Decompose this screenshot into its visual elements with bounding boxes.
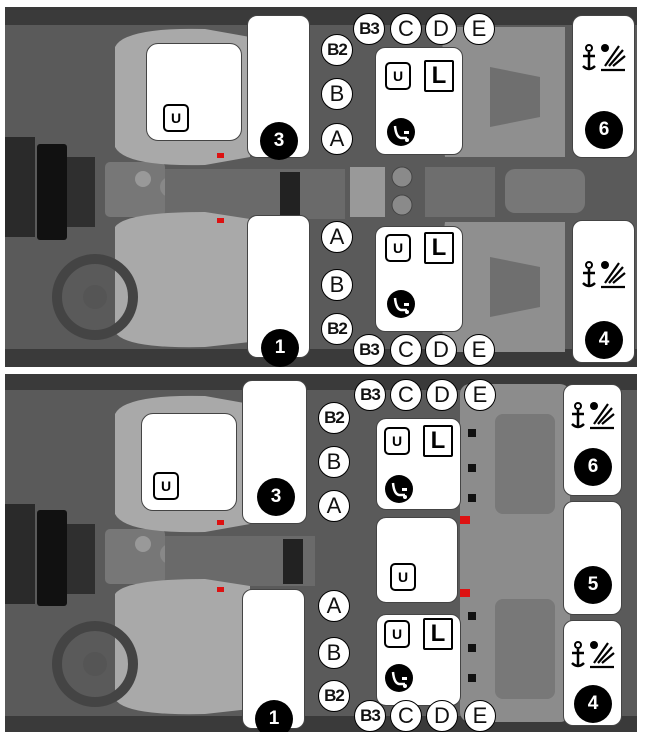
universal-icon: U: [384, 427, 410, 455]
top-seat-layout-panel: 3 U 1 U L U L 6 4 B3 C D E B2 B A A B B2…: [5, 7, 637, 367]
seat-3-cushion-card: U: [141, 413, 237, 511]
position-d-label: D: [425, 334, 457, 366]
i-size-icon: L: [424, 60, 454, 92]
seat-1-card: 1: [247, 215, 310, 367]
position-e-label: E: [464, 379, 496, 411]
rear-left-approval-card: U L: [376, 614, 461, 706]
position-d-label: D: [426, 700, 458, 732]
seat-5-card: 5: [563, 501, 622, 615]
position-b-label: B: [321, 269, 353, 301]
seat-4-card: 4: [563, 620, 622, 726]
top-tether-anchor-icon: [571, 402, 615, 430]
i-size-icon: L: [423, 618, 453, 650]
position-b2-label: B2: [318, 402, 350, 434]
isofix-child-seat-icon: [387, 118, 415, 146]
seat-6-card: 6: [563, 384, 622, 496]
seat-1-card: 1: [242, 589, 305, 732]
position-d-label: D: [425, 13, 457, 45]
i-size-icon: L: [423, 425, 453, 457]
isofix-child-seat-icon: [387, 290, 415, 318]
seat-number-badge: 6: [574, 448, 612, 486]
car-interior-top-view: [5, 7, 637, 367]
position-b2-label: B2: [321, 34, 353, 66]
position-c-label: C: [390, 13, 422, 45]
seat-number-badge: 3: [260, 122, 298, 160]
top-tether-anchor-icon: [582, 44, 626, 72]
position-e-label: E: [463, 334, 495, 366]
position-b-label: B: [318, 446, 350, 478]
position-a-label: A: [318, 590, 350, 622]
universal-icon: U: [384, 620, 410, 648]
position-d-label: D: [426, 379, 458, 411]
position-c-label: C: [390, 379, 422, 411]
universal-icon: U: [163, 104, 189, 132]
position-a-label: A: [321, 221, 353, 253]
rear-left-approval-card: U L: [375, 226, 463, 332]
isofix-child-seat-icon: [385, 475, 413, 503]
bottom-seat-layout-panel: 3 U 1 U L U U L 6 5 4 B3 C D E B2 B A A …: [5, 374, 637, 732]
position-b-label: B: [321, 78, 353, 110]
position-b2-label: B2: [321, 313, 353, 345]
seat-number-badge: 4: [585, 321, 623, 359]
top-tether-anchor-icon: [571, 641, 615, 669]
position-c-label: C: [390, 700, 422, 732]
position-b-label: B: [318, 637, 350, 669]
position-a-label: A: [318, 490, 350, 522]
rear-right-approval-card: U L: [375, 47, 463, 155]
seat-number-badge: 1: [261, 329, 299, 367]
seat-4-card: 4: [572, 220, 635, 363]
seat-number-badge: 4: [574, 685, 612, 723]
position-a-label: A: [321, 123, 353, 155]
position-b3-label: B3: [354, 700, 386, 732]
position-b3-label: B3: [354, 379, 386, 411]
seat-3-cushion-card: U: [146, 43, 242, 141]
position-b2-label: B2: [318, 680, 350, 712]
universal-icon: U: [385, 234, 411, 262]
universal-icon: U: [390, 563, 416, 591]
isofix-child-seat-icon: [385, 664, 413, 692]
rear-right-approval-card: U L: [376, 418, 461, 510]
position-c-label: C: [390, 334, 422, 366]
universal-icon: U: [153, 472, 179, 500]
position-e-label: E: [464, 700, 496, 732]
seat-number-badge: 5: [574, 566, 612, 604]
universal-icon: U: [385, 62, 411, 90]
top-tether-anchor-icon: [582, 261, 626, 289]
rear-center-approval-card: U: [376, 517, 458, 603]
position-b3-label: B3: [353, 334, 385, 366]
seat-number-badge: 3: [257, 478, 295, 516]
position-b3-label: B3: [353, 13, 385, 45]
seat-number-badge: 1: [255, 700, 293, 732]
seat-6-card: 6: [572, 15, 635, 158]
i-size-icon: L: [424, 232, 454, 264]
seat-3-card: 3: [242, 380, 307, 524]
seat-3-card: 3: [247, 15, 310, 160]
position-e-label: E: [463, 13, 495, 45]
seat-number-badge: 6: [585, 111, 623, 149]
